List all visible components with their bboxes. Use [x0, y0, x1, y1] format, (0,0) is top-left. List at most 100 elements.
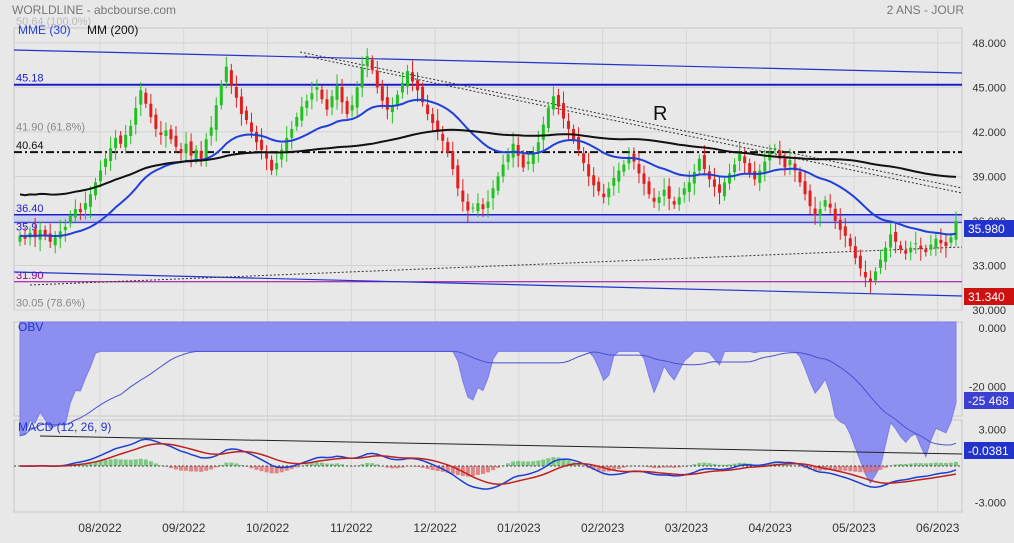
- histogram-bar: [209, 466, 214, 470]
- candle-body: [73, 209, 77, 218]
- histogram-bar: [848, 466, 853, 472]
- channel-upper-line: [13, 49, 963, 74]
- candle-body: [169, 129, 173, 140]
- candle-body: [214, 105, 218, 130]
- histogram-bar: [853, 466, 858, 472]
- level-label: 45.18: [16, 73, 44, 85]
- candle-body: [687, 182, 691, 192]
- candle-body: [88, 194, 92, 207]
- histogram-bar: [526, 461, 531, 466]
- candle-body: [889, 234, 893, 248]
- macd-axis: 3.000 -3.000: [975, 425, 1006, 510]
- histogram-bar: [103, 460, 108, 466]
- annotation-r: R: [653, 103, 667, 125]
- macd-tick: -3.000: [975, 497, 1006, 509]
- candle-body: [702, 155, 706, 169]
- histogram-bar: [184, 466, 189, 471]
- candle-body: [315, 87, 319, 90]
- candle-body: [657, 197, 661, 203]
- candle-body: [884, 247, 888, 262]
- candle-body: [63, 226, 67, 231]
- candle-body: [345, 101, 349, 115]
- histogram-bar: [199, 466, 204, 472]
- candle-body: [184, 143, 188, 153]
- candle-body: [667, 186, 671, 199]
- obv-tick: -20 000: [969, 382, 1006, 394]
- candle-body: [803, 181, 807, 195]
- candle-body: [114, 137, 118, 149]
- panel-frames: [13, 27, 963, 513]
- candle-body: [516, 144, 520, 156]
- obv-last-label: -25 468: [968, 394, 1009, 408]
- price-axis: 48.00045.00042.00039.00036.00033.00030.0…: [972, 38, 1006, 317]
- histogram-bar: [133, 459, 138, 466]
- candle-body: [546, 108, 550, 129]
- candle-body: [476, 203, 480, 212]
- candle-body: [249, 122, 253, 132]
- candle-body: [53, 237, 57, 246]
- candle-body: [194, 149, 198, 160]
- candle-body: [758, 170, 762, 183]
- obv-title: OBV: [18, 320, 43, 334]
- channel-lower-line: [13, 271, 963, 297]
- candle-body: [471, 207, 475, 209]
- candle-body: [577, 136, 581, 150]
- candle-body: [134, 108, 138, 125]
- candle-body: [612, 177, 616, 186]
- candle-body: [818, 209, 822, 216]
- candle-body: [400, 82, 404, 93]
- legend-mm: MM (200): [87, 23, 138, 37]
- candle-body: [209, 127, 213, 136]
- month-label: 04/2023: [748, 521, 792, 535]
- candle-body: [451, 151, 455, 169]
- candle-body: [677, 197, 681, 205]
- candle-body: [904, 250, 908, 254]
- candle-body: [582, 153, 586, 164]
- candle-body: [481, 204, 485, 210]
- histogram-bar: [113, 458, 118, 466]
- histogram-bar: [838, 466, 843, 471]
- histogram-bar: [143, 459, 148, 466]
- candle-body: [375, 70, 379, 88]
- candle-body: [597, 181, 601, 192]
- price-tick: 33.000: [972, 260, 1006, 272]
- candle-body: [808, 190, 812, 207]
- candle-body: [456, 165, 460, 189]
- month-label: 11/2022: [330, 521, 373, 535]
- candle-body: [270, 159, 274, 171]
- candle-body: [78, 209, 82, 213]
- candle-body: [783, 158, 787, 168]
- candle-body: [239, 96, 243, 115]
- histogram-bar: [148, 461, 153, 466]
- candle-body: [637, 163, 641, 174]
- histogram-bar: [873, 466, 878, 472]
- candle-body: [275, 163, 279, 170]
- histogram-bar: [259, 466, 264, 472]
- chart-period: 2 ANS - JOUR: [887, 3, 965, 17]
- candle-body: [224, 66, 228, 83]
- obv-tick: 0.000: [978, 323, 1006, 335]
- candle-body: [567, 120, 571, 129]
- candle-body: [83, 203, 87, 210]
- candle-body: [360, 68, 364, 88]
- histogram-bar: [954, 461, 958, 466]
- month-label: 12/2022: [413, 521, 457, 535]
- candle-body: [622, 164, 626, 172]
- candle-body: [234, 87, 238, 98]
- month-label: 10/2022: [246, 521, 290, 535]
- candle-body: [23, 236, 27, 239]
- candle-body: [587, 164, 591, 177]
- candle-body: [843, 226, 847, 236]
- candle-body: [833, 208, 837, 221]
- price-tick: 39.000: [972, 171, 1006, 183]
- histogram-bar: [491, 466, 496, 471]
- candle-body: [426, 104, 430, 115]
- time-axis: 08/2022 09/2022 10/2022 11/2022 12/2022 01/20…: [78, 521, 959, 535]
- histogram-bar: [536, 460, 541, 466]
- candle-body: [551, 96, 555, 110]
- histogram-bar: [254, 466, 259, 470]
- candle-body: [894, 231, 898, 242]
- histogram-bar: [843, 466, 848, 471]
- candle-body: [717, 184, 721, 193]
- macd-trendline: [39, 435, 963, 455]
